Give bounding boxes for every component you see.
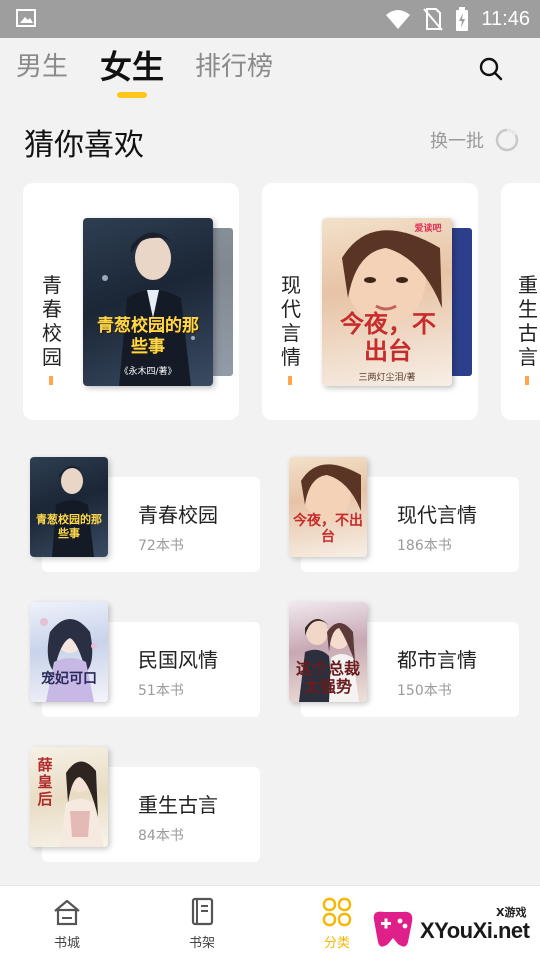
guess-card[interactable]: 重生古言 xyxy=(501,183,540,420)
category-name: 现代言情 xyxy=(397,503,477,527)
tab-ranking[interactable]: 排行榜 xyxy=(195,46,273,83)
category-cover: 今夜，不出台 xyxy=(289,457,367,557)
book-stack: 青葱校园的那些事 《永木四/著》 xyxy=(83,218,233,386)
nav-category[interactable]: 分类 xyxy=(307,896,367,956)
genre-marker xyxy=(288,376,292,385)
category-count: 186本书 xyxy=(397,538,452,554)
category-count: 150本书 xyxy=(397,683,452,699)
battery-charging-icon xyxy=(456,7,469,31)
nav-label: 书城 xyxy=(53,936,80,951)
category-item[interactable]: 薛皇后 重生古言 84本书 xyxy=(24,747,264,862)
category-name: 青春校园 xyxy=(138,503,218,527)
refresh-icon xyxy=(495,128,519,152)
category-count: 84本书 xyxy=(138,828,184,844)
cover-title: 宠妃可口 xyxy=(41,671,97,687)
cover-illustration xyxy=(102,232,195,386)
nav-label: 分类 xyxy=(323,936,350,951)
card-genre-label: 青春校园 xyxy=(42,273,62,369)
cover-badge: 爱读吧 xyxy=(414,224,442,234)
refresh-button[interactable]: 换一批 xyxy=(430,126,520,154)
store-icon xyxy=(54,899,80,926)
category-item[interactable]: 宠妃可口 民国风情 51本书 xyxy=(24,602,264,717)
image-icon xyxy=(16,9,36,27)
category-cover: 宠妃可口 xyxy=(30,602,108,702)
tab-female[interactable]: 女生 xyxy=(100,42,164,88)
nav-store[interactable]: 书城 xyxy=(37,896,97,956)
status-time: 11:46 xyxy=(481,7,530,30)
watermark: X游戏 XYouXi.net xyxy=(368,892,538,954)
cover-title: 这个总裁太强势 xyxy=(295,659,360,696)
refresh-label: 换一批 xyxy=(430,131,484,152)
guess-card[interactable]: 青春校园 青葱校园的那些事 《永木四/著》 xyxy=(23,183,239,420)
wifi-icon xyxy=(386,10,411,29)
cover-author: 三两灯尘泪/著 xyxy=(358,373,416,383)
category-item[interactable]: 今夜，不出台 现代言情 186本书 xyxy=(283,457,523,572)
tab-male[interactable]: 男生 xyxy=(16,46,68,83)
top-tabs: 男生 女生 排行榜 xyxy=(0,38,540,104)
no-sim-icon xyxy=(423,8,444,31)
category-item[interactable]: 这个总裁太强势 都市言情 150本书 xyxy=(283,602,523,717)
search-icon[interactable] xyxy=(476,54,506,84)
category-count: 51本书 xyxy=(138,683,184,699)
cover-title: 薛皇后 xyxy=(37,756,53,808)
section-title: 猜你喜欢 xyxy=(24,128,144,163)
category-name: 重生古言 xyxy=(138,793,218,817)
cover-author: 《永木四/著》 xyxy=(119,367,177,377)
cover-title: 今夜，不出台 xyxy=(293,513,363,545)
cover-title: 青葱校园的那些事 xyxy=(36,513,102,540)
gamepad-logo-icon xyxy=(373,911,413,947)
watermark-text: XYouXi.net xyxy=(420,918,530,943)
nav-bookshelf[interactable]: 书架 xyxy=(172,896,232,956)
category-icon xyxy=(322,897,352,927)
book-cover: 青葱校园的那些事 《永木四/著》 xyxy=(83,218,213,386)
category-count: 72本书 xyxy=(138,538,184,554)
category-name: 都市言情 xyxy=(397,648,477,672)
cover-title: 青葱校园的那些事 xyxy=(97,316,199,357)
status-bar: 11:46 xyxy=(0,0,540,38)
category-item[interactable]: 青葱校园的那些事 青春校园 72本书 xyxy=(24,457,264,572)
genre-marker xyxy=(49,376,53,385)
category-name: 民国风情 xyxy=(138,648,218,672)
book-cover: 爱读吧 今夜，不出台 三两灯尘泪/著 xyxy=(322,218,452,386)
card-genre-label: 现代言情 xyxy=(281,273,301,369)
bookshelf-icon xyxy=(191,897,214,926)
nav-label: 书架 xyxy=(188,936,215,951)
category-cover: 薛皇后 xyxy=(30,747,108,847)
cover-illustration xyxy=(52,466,94,557)
tab-indicator xyxy=(117,92,147,98)
category-cover: 这个总裁太强势 xyxy=(289,602,367,702)
guess-card[interactable]: 现代言情 爱读吧 今夜，不出台 三两灯尘泪/著 xyxy=(262,183,478,420)
category-cover: 青葱校园的那些事 xyxy=(30,457,108,557)
card-genre-label: 重生古言 xyxy=(518,273,538,369)
cover-title: 今夜，不出台 xyxy=(340,309,436,365)
book-stack: 爱读吧 今夜，不出台 三两灯尘泪/著 xyxy=(322,218,472,386)
genre-marker xyxy=(525,376,529,385)
